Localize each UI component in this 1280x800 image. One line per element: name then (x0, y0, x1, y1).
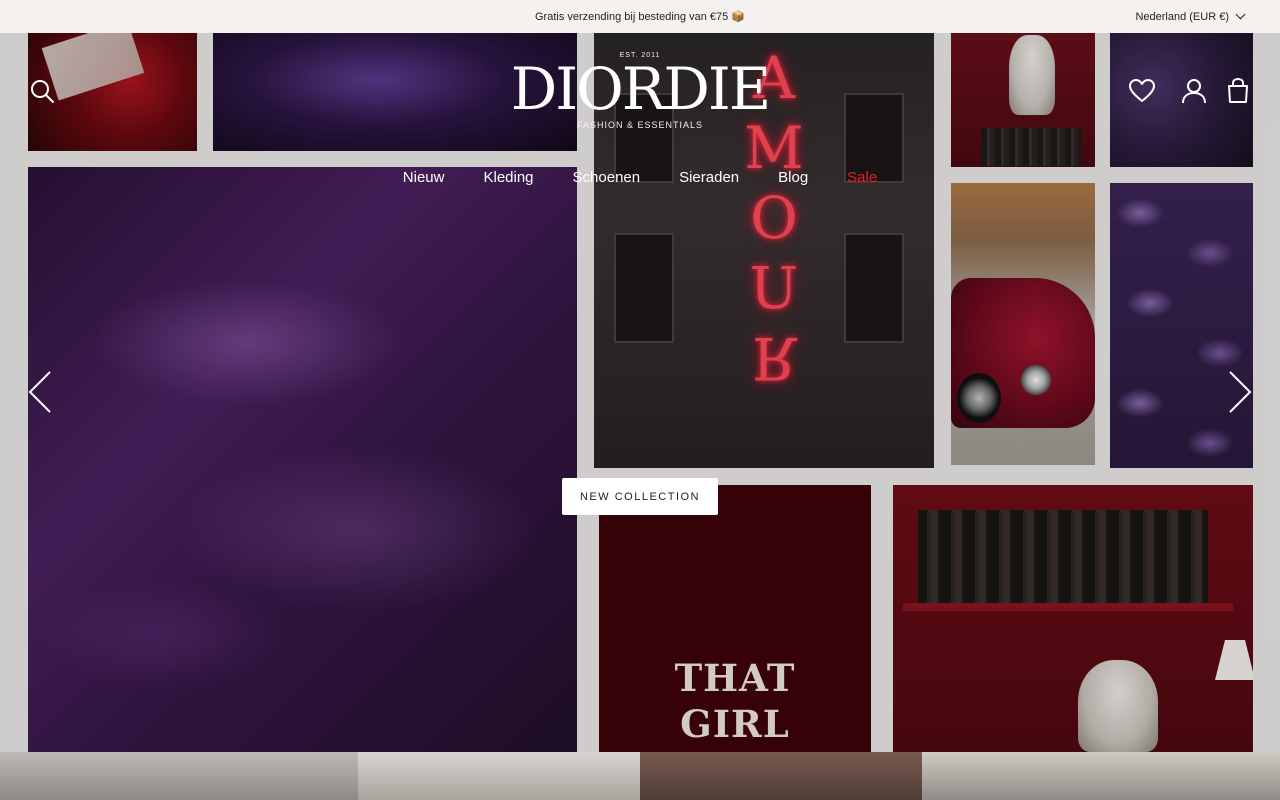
strip-image-1[interactable] (0, 752, 358, 800)
nav-item-schoenen[interactable]: Schoenen (553, 169, 660, 186)
country-selector-label: Nederland (EUR €) (1135, 10, 1229, 23)
nav-item-sale[interactable]: Sale (828, 169, 897, 186)
cart-icon[interactable] (1224, 77, 1252, 105)
country-selector[interactable]: Nederland (EUR €) (1135, 0, 1246, 33)
nav-item-sieraden[interactable]: Sieraden (660, 169, 759, 186)
announcement-text: Gratis verzending bij besteding van €75 … (535, 11, 745, 23)
slide-prev-arrow-icon[interactable] (28, 370, 52, 414)
site-header: EST. 2011 DIORDIE FASHION & ESSENTIALS N… (0, 33, 1280, 213)
account-icon[interactable] (1180, 77, 1208, 105)
chevron-down-icon (1235, 9, 1246, 20)
strip-image-2[interactable] (358, 752, 640, 800)
new-collection-button[interactable]: NEW COLLECTION (562, 478, 718, 515)
announcement-bar: Gratis verzending bij besteding van €75 … (0, 0, 1280, 33)
nav-item-nieuw[interactable]: Nieuw (383, 169, 464, 186)
logo-tagline: FASHION & ESSENTIALS (576, 120, 704, 130)
search-icon[interactable] (28, 77, 56, 105)
heart-icon[interactable] (1128, 77, 1156, 105)
nav-item-blog[interactable]: Blog (759, 169, 828, 186)
strip-image-4[interactable] (922, 752, 1280, 800)
slide-next-arrow-icon[interactable] (1228, 370, 1252, 414)
strip-image-3[interactable] (640, 752, 922, 800)
logo-wordmark: DIORDIE (510, 55, 771, 123)
image-strip (0, 752, 1280, 800)
main-nav: Nieuw Kleding Schoenen Sieraden Blog Sal… (0, 169, 1280, 186)
nav-item-kleding[interactable]: Kleding (464, 169, 553, 186)
